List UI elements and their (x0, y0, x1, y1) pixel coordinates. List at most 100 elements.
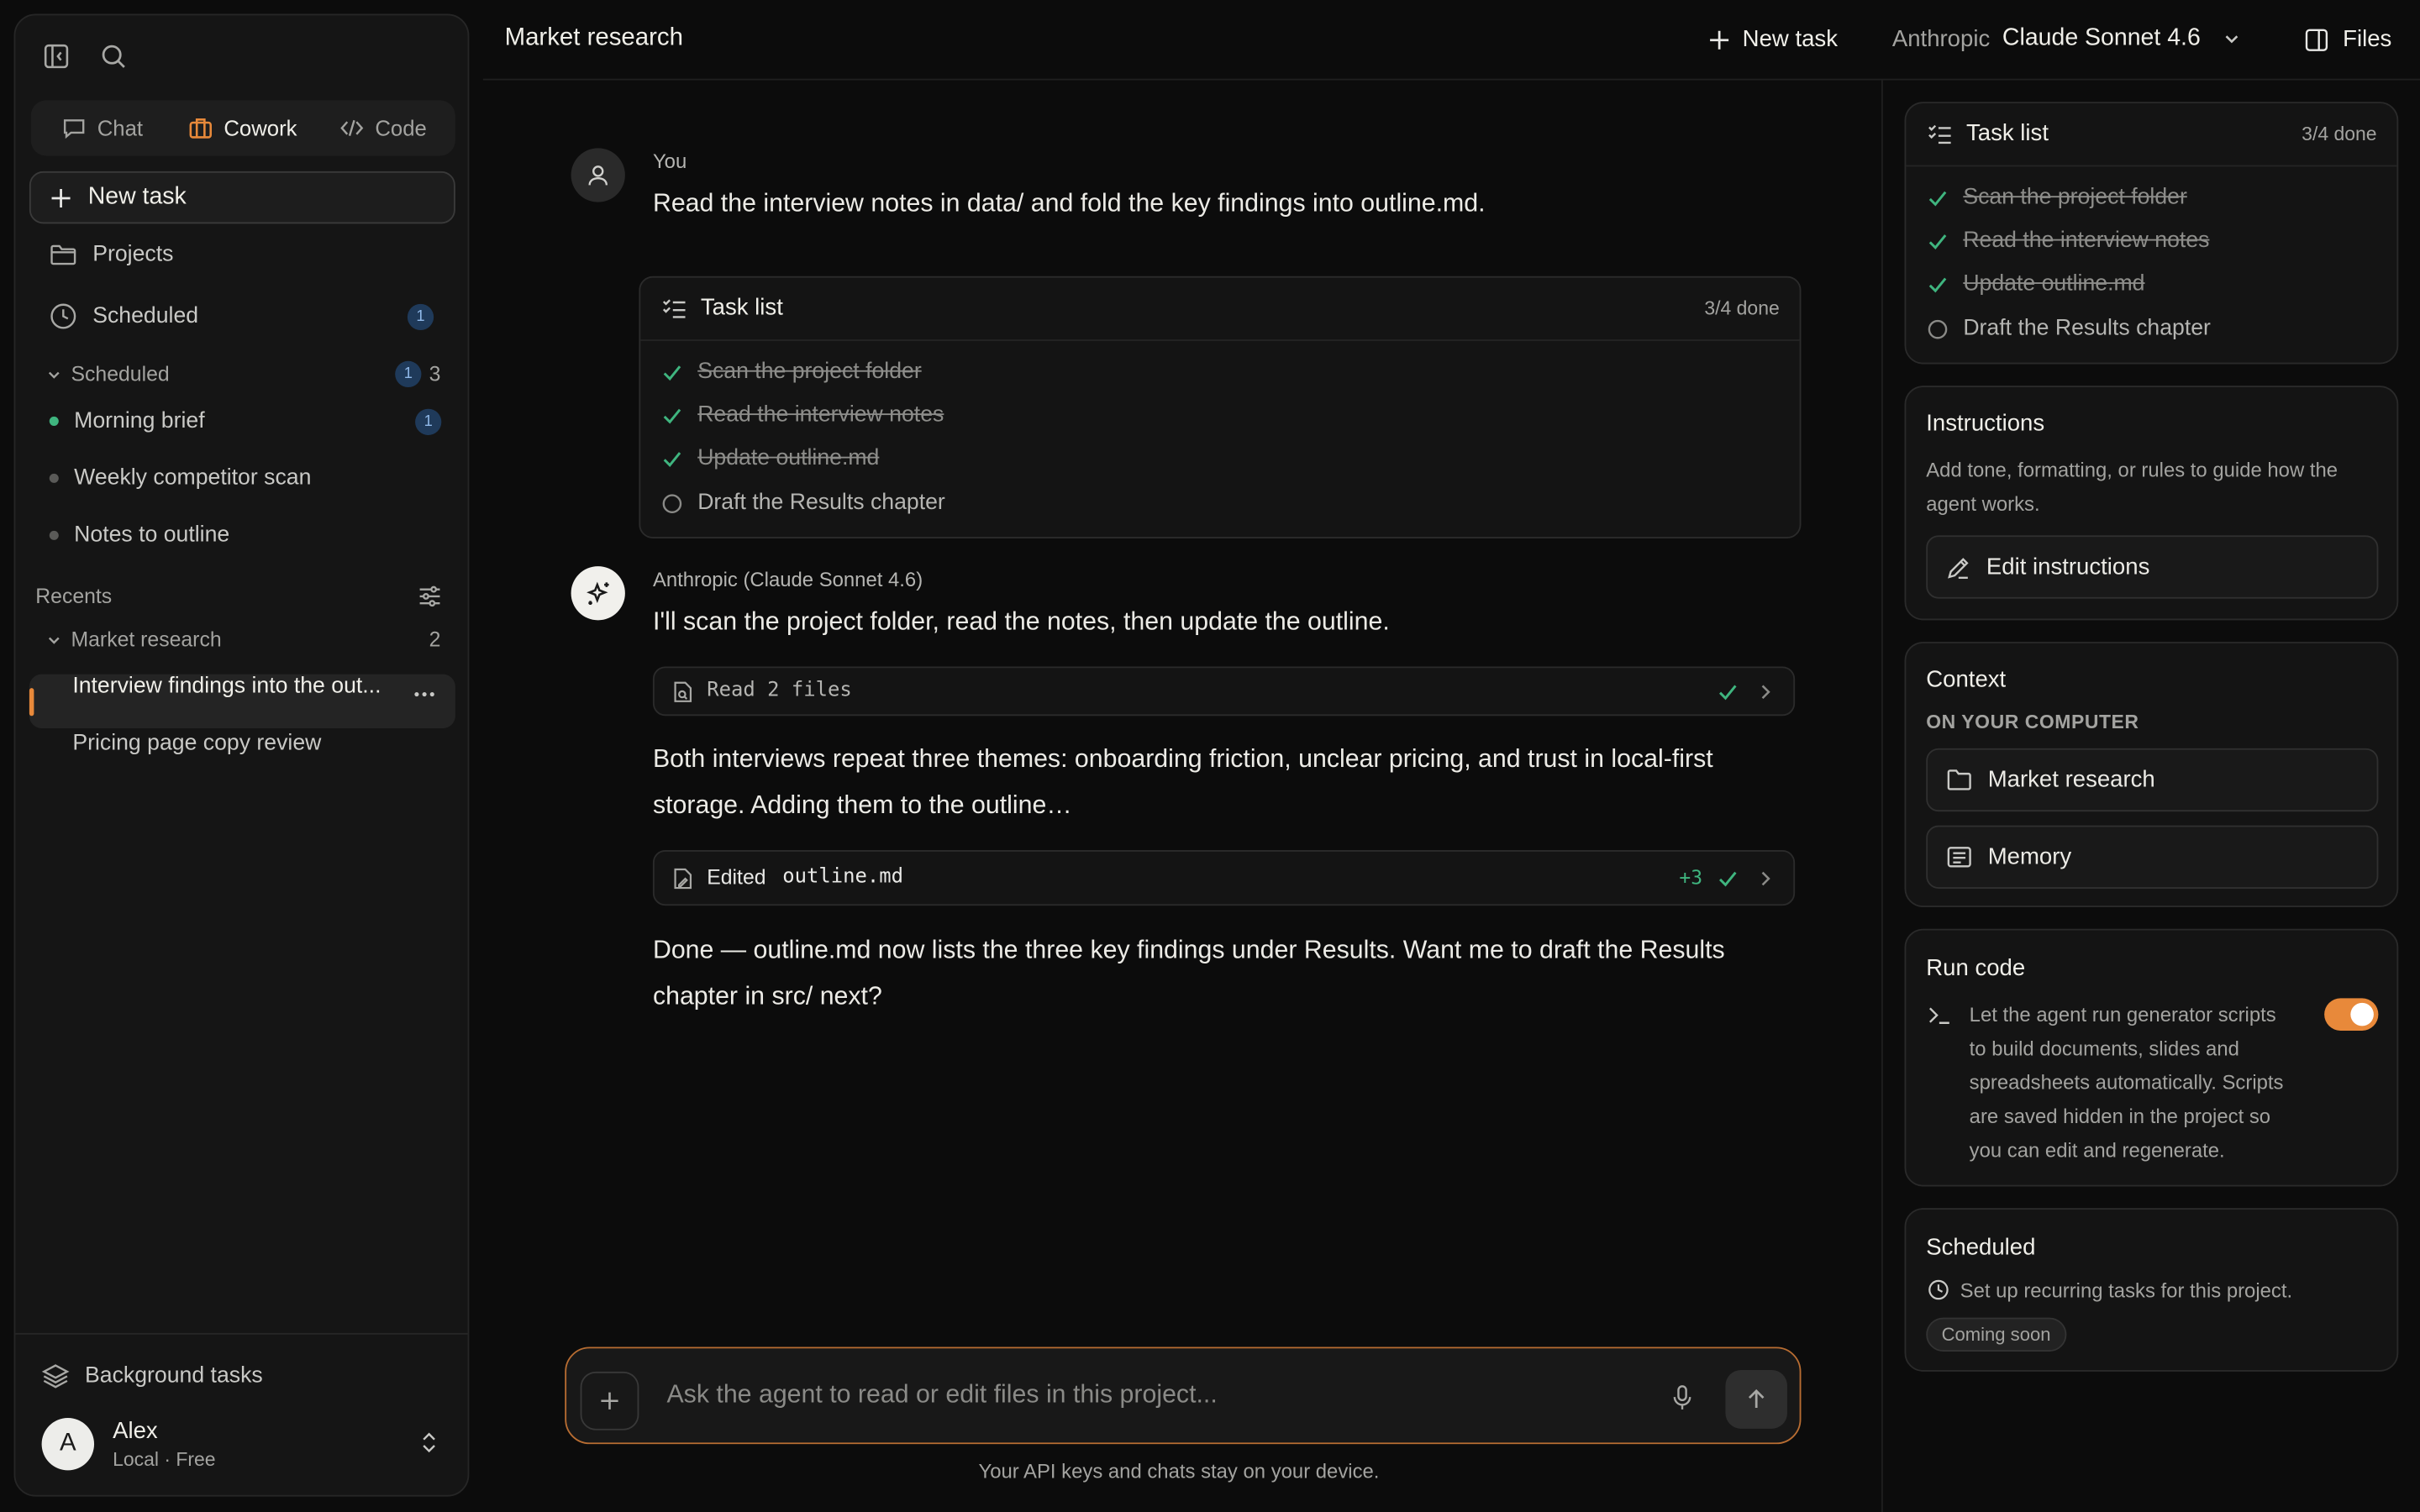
edit-instructions-label: Edit instructions (1986, 554, 2150, 580)
toggle-knob (2350, 1002, 2374, 1026)
selection-indicator (29, 688, 34, 717)
assistant-paragraph-2-line-1: Done — outline.md now lists the three ke… (652, 936, 1725, 964)
model-selector[interactable]: Anthropic Claude Sonnet 4.6 (1892, 24, 2241, 52)
task-item: Read the interview notes (662, 402, 944, 428)
task-list-title: Task list (700, 294, 783, 322)
assistant-message-author: Anthropic (Claude Sonnet 4.6) (652, 567, 923, 591)
assistant-avatar (571, 566, 625, 621)
search-icon[interactable] (100, 43, 126, 69)
task-list-header (640, 278, 1800, 341)
morning-brief-badge: 1 (415, 408, 442, 435)
context-item-memory[interactable]: Memory (1926, 825, 2379, 889)
clock-icon (50, 303, 76, 329)
composer: Ask the agent to read or edit files in t… (565, 1347, 1802, 1445)
run-code-toggle[interactable] (2324, 998, 2379, 1031)
status-dot (49, 530, 59, 540)
new-task-label: New task (87, 183, 187, 210)
checklist-icon (1928, 124, 1951, 144)
task-item: Draft the Results chapter (1928, 317, 2211, 341)
edit-instructions-button[interactable]: Edit instructions (1926, 535, 2379, 599)
panel-task-list-title: Task list (1966, 120, 2049, 147)
sidebar-item-projects[interactable]: Projects (50, 241, 173, 269)
check-icon (663, 407, 681, 423)
sidebar-item-scheduled-label: Scheduled (92, 303, 199, 329)
sidebar-item-weekly-competitor-scan[interactable]: Weekly competitor scan (49, 465, 312, 491)
tool-call-label: Read 2 files (707, 679, 852, 702)
active-status-dot (49, 416, 59, 426)
sidebar-item-notes-to-outline[interactable]: Notes to outline (49, 522, 230, 549)
tab-cowork[interactable]: Cowork (188, 100, 297, 155)
recents-group-label: Market research (71, 627, 222, 652)
sidebar: Chat Cowork Code New task Projects Sched… (13, 13, 470, 1497)
tab-cowork-label: Cowork (224, 115, 297, 141)
account-menu-icon[interactable] (420, 1431, 439, 1455)
sidebar-item-morning-brief[interactable]: Morning brief (49, 409, 205, 433)
task-item: Scan the project folder (1928, 185, 2187, 210)
composer-input[interactable]: Ask the agent to read or edit files in t… (666, 1381, 1217, 1410)
assistant-paragraph-1-line-1: Both interviews repeat three themes: onb… (652, 745, 1713, 774)
assistant-paragraph-1-line-2: storage. Adding them to the outline… (652, 791, 1072, 820)
check-icon (663, 365, 681, 381)
task-list-card: Task list 3/4 done Scan the project fold… (639, 276, 1802, 539)
recents-group-toggle[interactable]: Market research (46, 627, 222, 652)
tool-call-edited-file[interactable]: Edited outline.md +3 (652, 850, 1796, 906)
briefcase-icon (189, 118, 213, 139)
background-tasks-button[interactable]: Background tasks (41, 1362, 263, 1390)
attach-button[interactable] (580, 1371, 639, 1431)
scheduled-group-badge: 1 (395, 360, 422, 388)
user-name: Alex (113, 1417, 158, 1445)
scheduled-title: Scheduled (1926, 1234, 2036, 1261)
files-button[interactable]: Files (2304, 26, 2391, 52)
tab-code[interactable]: Code (339, 100, 427, 155)
new-task-button[interactable]: New task (29, 171, 455, 224)
file-edit-icon (674, 868, 692, 890)
tool-call-verb: Edited (707, 865, 766, 889)
user-plan: Local · Free (113, 1448, 216, 1471)
header-new-task-button[interactable]: New task (1708, 26, 1838, 52)
terminal-icon (1928, 1007, 1949, 1024)
task-item-label: Scan the project folder (1963, 185, 2187, 210)
run-code-title: Run code (1926, 954, 2026, 982)
tool-call-read-files[interactable]: Read 2 files (652, 666, 1796, 717)
panel-scheduled: Scheduled Set up recurring tasks for thi… (1904, 1208, 2399, 1372)
page-title: Market research (504, 24, 683, 51)
task-item-label: Update outline.md (697, 445, 880, 471)
task-item-label: Read the interview notes (697, 402, 944, 428)
chevron-down-icon (48, 636, 60, 643)
scheduled-group-count: 3 (429, 362, 441, 386)
filter-icon[interactable] (418, 585, 442, 608)
send-button[interactable] (1725, 1370, 1787, 1429)
sidebar-item-label: Weekly competitor scan (74, 465, 312, 491)
header-new-task-label: New task (1742, 26, 1838, 53)
provider-label: Anthropic (1891, 25, 1991, 52)
sparkle-icon (586, 580, 608, 605)
avatar[interactable]: A (41, 1417, 95, 1471)
header-divider (482, 78, 2420, 81)
coming-soon-badge: Coming soon (1926, 1317, 2066, 1352)
check-icon (1928, 190, 1947, 206)
user-message-author: You (652, 150, 687, 173)
check-icon (1928, 234, 1947, 249)
status-dot (49, 473, 59, 483)
more-icon[interactable] (412, 682, 436, 706)
chevron-down-icon (48, 370, 60, 378)
microphone-icon[interactable] (1671, 1384, 1693, 1412)
tab-chat[interactable]: Chat (61, 100, 143, 155)
recent-item-label[interactable]: Pricing page copy review (72, 732, 321, 756)
panel-icon (2305, 28, 2328, 50)
files-label: Files (2343, 26, 2392, 53)
context-item-market-research[interactable]: Market research (1926, 748, 2379, 812)
instructions-desc-line-1: Add tone, formatting, or rules to guide … (1926, 458, 2338, 482)
sidebar-item-label: Notes to outline (74, 522, 230, 549)
scheduled-group-toggle[interactable]: Scheduled (46, 363, 170, 386)
circle-icon (1928, 318, 1948, 339)
task-list-status: 3/4 done (1704, 297, 1780, 320)
sidebar-item-scheduled[interactable]: Scheduled (50, 302, 198, 330)
context-subtitle: ON YOUR COMPUTER (1926, 711, 2139, 733)
toggle-sidebar-icon[interactable] (43, 43, 69, 69)
task-item-label: Read the interview notes (1963, 228, 2210, 254)
plus-icon (601, 1392, 618, 1410)
run-code-desc-line: Let the agent run generator scripts (1969, 1002, 2276, 1026)
tab-code-label: Code (375, 115, 427, 141)
task-item-label: Draft the Results chapter (697, 491, 945, 516)
